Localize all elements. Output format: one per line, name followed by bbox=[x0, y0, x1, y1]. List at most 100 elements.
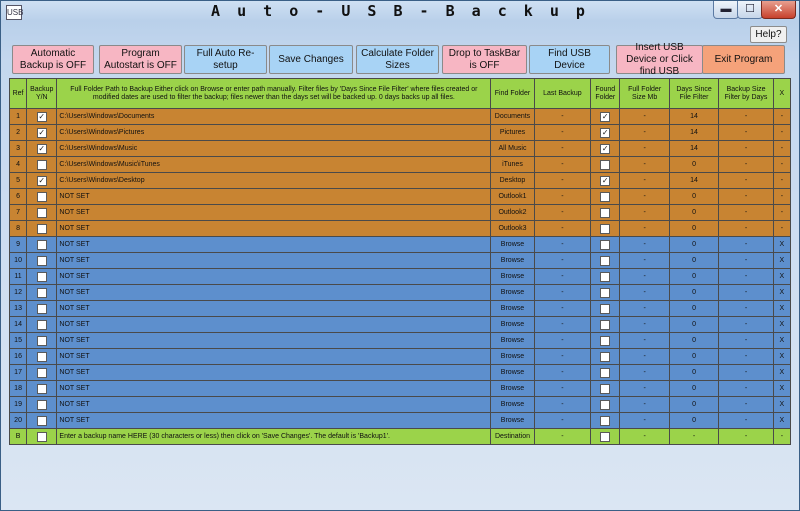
backup-checkbox[interactable] bbox=[26, 188, 58, 205]
backup-checkbox[interactable] bbox=[26, 252, 58, 269]
find-folder-button[interactable]: Outlook1 bbox=[490, 188, 535, 205]
backup-checkbox-box[interactable] bbox=[36, 207, 47, 218]
backup-checkbox-box[interactable] bbox=[36, 159, 47, 170]
backup-checkbox-box[interactable] bbox=[36, 399, 47, 410]
days-filter-field[interactable]: 0 bbox=[668, 348, 720, 365]
remove-row-button[interactable]: - bbox=[772, 124, 792, 141]
folder-path-field[interactable]: Enter a backup name HERE (30 characters … bbox=[56, 428, 492, 445]
backup-checkbox-box[interactable] bbox=[36, 271, 47, 282]
days-filter-field[interactable]: 0 bbox=[668, 156, 720, 173]
remove-row-button[interactable]: X bbox=[772, 316, 792, 333]
backup-checkbox[interactable] bbox=[26, 364, 58, 381]
backup-checkbox[interactable] bbox=[26, 316, 58, 333]
backup-checkbox[interactable] bbox=[26, 396, 58, 413]
backup-checkbox-box[interactable]: ✓ bbox=[36, 111, 47, 122]
backup-checkbox[interactable] bbox=[26, 284, 58, 301]
find-folder-button[interactable]: Browse bbox=[490, 268, 535, 285]
remove-row-button[interactable]: X bbox=[772, 348, 792, 365]
folder-path-field[interactable]: NOT SET bbox=[56, 284, 492, 301]
backup-checkbox-box[interactable] bbox=[36, 383, 47, 394]
backup-checkbox[interactable] bbox=[26, 236, 58, 253]
remove-row-button[interactable]: X bbox=[772, 380, 792, 397]
remove-row-button[interactable]: - bbox=[772, 220, 792, 237]
find-folder-button[interactable]: Browse bbox=[490, 332, 535, 349]
find-folder-button[interactable]: Destination bbox=[490, 428, 535, 445]
backup-checkbox-box[interactable]: ✓ bbox=[36, 143, 47, 154]
folder-path-field[interactable]: NOT SET bbox=[56, 396, 492, 413]
find-folder-button[interactable]: Browse bbox=[490, 300, 535, 317]
folder-path-field[interactable]: NOT SET bbox=[56, 204, 492, 221]
backup-checkbox-box[interactable] bbox=[36, 415, 47, 426]
days-filter-field[interactable]: 14 bbox=[668, 140, 720, 157]
minimize-button[interactable]: ▬ bbox=[713, 1, 739, 19]
days-filter-field[interactable]: 0 bbox=[668, 268, 720, 285]
find-folder-button[interactable]: Browse bbox=[490, 364, 535, 381]
find-usb-device-button[interactable]: Find USB Device bbox=[529, 45, 610, 74]
backup-checkbox[interactable] bbox=[26, 412, 58, 429]
days-filter-field[interactable]: 0 bbox=[668, 220, 720, 237]
remove-row-button[interactable]: - bbox=[772, 188, 792, 205]
remove-row-button[interactable]: X bbox=[772, 364, 792, 381]
folder-path-field[interactable]: C:\Users\Windows\Music\iTunes bbox=[56, 156, 492, 173]
help-button[interactable]: Help? bbox=[750, 26, 787, 43]
days-filter-field[interactable]: 14 bbox=[668, 108, 720, 125]
backup-checkbox-box[interactable] bbox=[36, 319, 47, 330]
folder-path-field[interactable]: NOT SET bbox=[56, 220, 492, 237]
find-folder-button[interactable]: Pictures bbox=[490, 124, 535, 141]
days-filter-field[interactable]: 0 bbox=[668, 412, 720, 429]
days-filter-field[interactable]: 14 bbox=[668, 172, 720, 189]
backup-checkbox[interactable] bbox=[26, 332, 58, 349]
full-auto-resetup-button[interactable]: Full Auto Re-setup bbox=[184, 45, 267, 74]
backup-checkbox[interactable]: ✓ bbox=[26, 172, 58, 189]
remove-row-button[interactable]: X bbox=[772, 396, 792, 413]
days-filter-field[interactable]: 0 bbox=[668, 396, 720, 413]
backup-checkbox[interactable] bbox=[26, 380, 58, 397]
find-folder-button[interactable]: iTunes bbox=[490, 156, 535, 173]
find-folder-button[interactable]: Browse bbox=[490, 380, 535, 397]
calculate-folder-sizes-button[interactable]: Calculate Folder Sizes bbox=[356, 45, 439, 74]
maximize-button[interactable]: ☐ bbox=[737, 1, 763, 19]
folder-path-field[interactable]: NOT SET bbox=[56, 332, 492, 349]
exit-program-button[interactable]: Exit Program bbox=[702, 45, 785, 74]
folder-path-field[interactable]: C:\Users\Windows\Pictures bbox=[56, 124, 492, 141]
find-folder-button[interactable]: Browse bbox=[490, 236, 535, 253]
backup-checkbox-box[interactable]: ✓ bbox=[36, 175, 47, 186]
program-autostart-button[interactable]: Program Autostart is OFF bbox=[99, 45, 182, 74]
backup-checkbox-box[interactable] bbox=[36, 367, 47, 378]
days-filter-field[interactable]: 0 bbox=[668, 204, 720, 221]
folder-path-field[interactable]: NOT SET bbox=[56, 380, 492, 397]
backup-checkbox-box[interactable] bbox=[36, 335, 47, 346]
folder-path-field[interactable]: C:\Users\Windows\Documents bbox=[56, 108, 492, 125]
backup-checkbox[interactable] bbox=[26, 220, 58, 237]
find-folder-button[interactable]: Browse bbox=[490, 284, 535, 301]
drop-to-taskbar-button[interactable]: Drop to TaskBar is OFF bbox=[442, 45, 527, 74]
backup-checkbox[interactable]: ✓ bbox=[26, 124, 58, 141]
days-filter-field[interactable]: 0 bbox=[668, 300, 720, 317]
insert-usb-device-button[interactable]: Insert USB Device or Click find USB bbox=[616, 42, 703, 77]
days-filter-field[interactable]: 0 bbox=[668, 316, 720, 333]
folder-path-field[interactable]: NOT SET bbox=[56, 236, 492, 253]
days-filter-field[interactable]: 0 bbox=[668, 380, 720, 397]
automatic-backup-button[interactable]: Automatic Backup is OFF bbox=[12, 45, 94, 74]
remove-row-button[interactable]: - bbox=[772, 204, 792, 221]
backup-checkbox-box[interactable] bbox=[36, 431, 47, 442]
backup-checkbox[interactable]: ✓ bbox=[26, 108, 58, 125]
find-folder-button[interactable]: Browse bbox=[490, 396, 535, 413]
remove-row-button[interactable]: X bbox=[772, 332, 792, 349]
remove-row-button[interactable]: - bbox=[772, 108, 792, 125]
folder-path-field[interactable]: NOT SET bbox=[56, 364, 492, 381]
days-filter-field[interactable]: 0 bbox=[668, 236, 720, 253]
backup-checkbox[interactable] bbox=[26, 428, 58, 445]
days-filter-field[interactable]: 0 bbox=[668, 364, 720, 381]
backup-checkbox-box[interactable] bbox=[36, 239, 47, 250]
remove-row-button[interactable]: X bbox=[772, 252, 792, 269]
find-folder-button[interactable]: Outlook3 bbox=[490, 220, 535, 237]
folder-path-field[interactable]: NOT SET bbox=[56, 252, 492, 269]
backup-checkbox-box[interactable] bbox=[36, 223, 47, 234]
find-folder-button[interactable]: Desktop bbox=[490, 172, 535, 189]
days-filter-field[interactable]: 0 bbox=[668, 284, 720, 301]
backup-checkbox-box[interactable] bbox=[36, 287, 47, 298]
remove-row-button[interactable]: X bbox=[772, 284, 792, 301]
folder-path-field[interactable]: C:\Users\Windows\Desktop bbox=[56, 172, 492, 189]
backup-checkbox-box[interactable] bbox=[36, 351, 47, 362]
